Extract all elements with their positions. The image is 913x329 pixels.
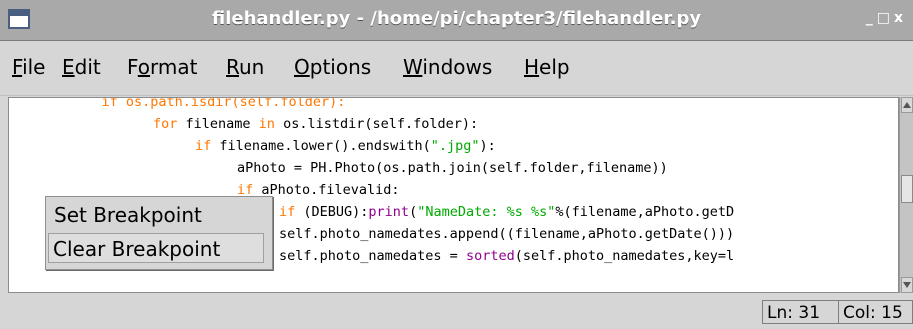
menu-format[interactable]: Format	[127, 55, 198, 79]
menu-options[interactable]: Options	[294, 55, 371, 79]
window-title: filehandler.py - /home/pi/chapter3/fileh…	[211, 8, 702, 29]
column-number-status: Col: 15	[838, 300, 913, 324]
close-icon[interactable]: x	[894, 10, 907, 26]
code-line: if filename.lower().endswith(".jpg"):	[195, 138, 496, 154]
maximize-icon[interactable]: □	[877, 10, 894, 26]
code-line: if (DEBUG):print("NameDate: %s %s"%(file…	[279, 204, 735, 220]
menu-bar: File Edit Format Run Options Windows Hel…	[0, 41, 913, 96]
scroll-down-button[interactable]	[901, 277, 913, 293]
menu-run[interactable]: Run	[226, 55, 264, 79]
menu-file[interactable]: File	[12, 55, 45, 79]
menu-help[interactable]: Help	[524, 55, 570, 79]
code-line: self.photo_namedates = sorted(self.photo…	[279, 248, 735, 264]
code-line: aPhoto = PH.Photo(os.path.join(self.fold…	[237, 160, 668, 176]
title-bar: filehandler.py - /home/pi/chapter3/fileh…	[0, 0, 913, 41]
minimize-icon[interactable]: _	[866, 10, 877, 26]
code-line: if os.path.isdir(self.folder):	[69, 97, 346, 110]
set-breakpoint-item[interactable]: Set Breakpoint	[50, 200, 202, 230]
clear-breakpoint-item[interactable]: Clear Breakpoint	[48, 233, 264, 263]
arrow-down-icon	[903, 282, 911, 288]
code-line: self.photo_namedates.append((filename,aP…	[279, 226, 735, 242]
arrow-up-icon	[903, 102, 911, 108]
code-line: for filename in os.listdir(self.folder):	[153, 116, 479, 132]
window-controls: _□x	[866, 10, 907, 26]
context-menu: Set Breakpoint Clear Breakpoint	[45, 196, 273, 270]
menu-windows[interactable]: Windows	[403, 55, 492, 79]
scroll-up-button[interactable]	[901, 97, 913, 113]
scroll-thumb[interactable]	[901, 175, 913, 203]
menu-edit[interactable]: Edit	[62, 55, 101, 79]
vertical-scrollbar[interactable]	[899, 97, 913, 293]
line-number-status: Ln: 31	[762, 300, 838, 324]
